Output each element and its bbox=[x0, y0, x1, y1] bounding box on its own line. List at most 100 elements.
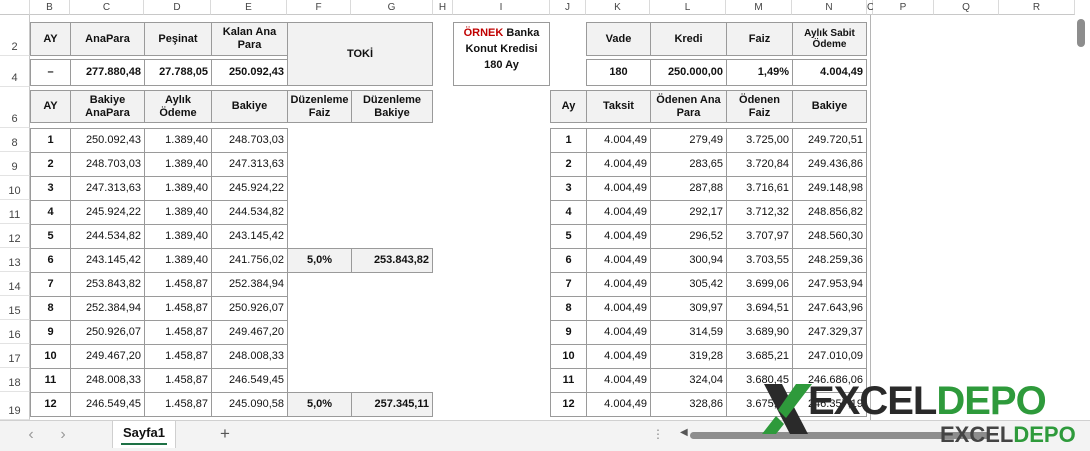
vertical-scrollbar[interactable] bbox=[1075, 15, 1088, 420]
right-row-ay-cell[interactable]: 9 bbox=[550, 320, 587, 345]
left-table-cell[interactable]: 247.313,63 bbox=[211, 152, 288, 177]
left-table-cell[interactable]: 1.389,40 bbox=[144, 248, 212, 273]
summary-value-pesinat[interactable]: 27.788,05 bbox=[144, 59, 212, 86]
left-table-cell[interactable]: 1.389,40 bbox=[144, 176, 212, 201]
row-header-6[interactable]: 6 bbox=[0, 87, 30, 128]
right-table-cell[interactable]: 4.004,49 bbox=[586, 392, 651, 417]
left-table-cell[interactable]: 1.389,40 bbox=[144, 224, 212, 249]
left-table-cell[interactable]: 245.090,58 bbox=[211, 392, 288, 417]
right-table-cell[interactable]: 247.010,09 bbox=[792, 344, 867, 369]
left-row-ay-cell[interactable]: 6 bbox=[30, 248, 71, 273]
right-table-cell[interactable]: 4.004,49 bbox=[586, 344, 651, 369]
toki-box[interactable]: TOKİ bbox=[287, 22, 433, 86]
rsummary-header-vade[interactable]: Vade bbox=[586, 22, 651, 56]
left-table-cell[interactable]: 249.467,20 bbox=[70, 344, 145, 369]
left-table-cell[interactable]: 253.843,82 bbox=[70, 272, 145, 297]
right-table-cell[interactable]: 247.329,37 bbox=[792, 320, 867, 345]
right-col-header-ay[interactable]: Ay bbox=[550, 90, 587, 123]
row-header-11[interactable]: 11 bbox=[0, 200, 30, 224]
left-table-cell[interactable]: 243.145,42 bbox=[211, 224, 288, 249]
left-row-ay-cell[interactable]: 7 bbox=[30, 272, 71, 297]
right-table-cell[interactable]: 3.720,84 bbox=[726, 152, 793, 177]
sheet-tab-sayfa1[interactable]: Sayfa1 bbox=[112, 421, 176, 448]
right-table-cell[interactable]: 4.004,49 bbox=[586, 368, 651, 393]
row-header-16[interactable]: 16 bbox=[0, 320, 30, 344]
row-header-17[interactable]: 17 bbox=[0, 344, 30, 368]
row-header-15[interactable]: 15 bbox=[0, 296, 30, 320]
left-row-ay-cell[interactable]: 1 bbox=[30, 128, 71, 153]
summary-header-ay[interactable]: AY bbox=[30, 22, 71, 56]
left-table-cell[interactable]: 252.384,94 bbox=[70, 296, 145, 321]
tab-splitter-handle-icon[interactable]: ⋮ bbox=[652, 427, 664, 441]
row-header-4[interactable]: 4 bbox=[0, 56, 30, 87]
rsummary-value-kredi[interactable]: 250.000,00 bbox=[650, 59, 727, 86]
row-header-10[interactable]: 10 bbox=[0, 176, 30, 200]
right-table-cell[interactable]: 3.675,63 bbox=[726, 392, 793, 417]
right-table-cell[interactable]: 246.686,06 bbox=[792, 368, 867, 393]
left-table-cell[interactable]: 1.458,87 bbox=[144, 320, 212, 345]
left-table-cell[interactable]: 244.534,82 bbox=[211, 200, 288, 225]
right-row-ay-cell[interactable]: 7 bbox=[550, 272, 587, 297]
right-table-cell[interactable]: 4.004,49 bbox=[586, 320, 651, 345]
left-table-cell[interactable]: 1.389,40 bbox=[144, 128, 212, 153]
right-table-cell[interactable]: 305,42 bbox=[650, 272, 727, 297]
summary-header-kalan[interactable]: Kalan Ana Para bbox=[211, 22, 288, 56]
right-row-ay-cell[interactable]: 5 bbox=[550, 224, 587, 249]
select-all-corner[interactable] bbox=[0, 0, 30, 15]
left-table-cell[interactable]: 241.756,02 bbox=[211, 248, 288, 273]
left-table-cell[interactable]: 1.458,87 bbox=[144, 392, 212, 417]
left-col-header-bakiye[interactable]: Bakiye bbox=[211, 90, 288, 123]
rsummary-value-sabit[interactable]: 4.004,49 bbox=[792, 59, 867, 86]
right-table-cell[interactable]: 249.436,86 bbox=[792, 152, 867, 177]
right-row-ay-cell[interactable]: 8 bbox=[550, 296, 587, 321]
right-table-cell[interactable]: 4.004,49 bbox=[586, 176, 651, 201]
right-row-ay-cell[interactable]: 2 bbox=[550, 152, 587, 177]
row-header-13[interactable]: 13 bbox=[0, 248, 30, 272]
right-table-cell[interactable]: 3.703,55 bbox=[726, 248, 793, 273]
right-table-cell[interactable]: 4.004,49 bbox=[586, 272, 651, 297]
right-table-cell[interactable]: 3.685,21 bbox=[726, 344, 793, 369]
right-table-cell[interactable]: 292,17 bbox=[650, 200, 727, 225]
right-table-cell[interactable]: 3.712,32 bbox=[726, 200, 793, 225]
left-table-cell[interactable]: 248.008,33 bbox=[211, 344, 288, 369]
left-table-cell[interactable]: 244.534,82 bbox=[70, 224, 145, 249]
scroll-left-arrow-icon[interactable]: ◀ bbox=[680, 427, 688, 438]
col-header-l[interactable]: L bbox=[650, 0, 726, 15]
right-col-header-odenen-anapara[interactable]: Ödenen Ana Para bbox=[650, 90, 727, 123]
left-table-cell[interactable]: 243.145,42 bbox=[70, 248, 145, 273]
right-table-cell[interactable]: 249.148,98 bbox=[792, 176, 867, 201]
left-row-ay-cell[interactable]: 5 bbox=[30, 224, 71, 249]
row-header-2[interactable]: 2 bbox=[0, 15, 30, 56]
right-table-cell[interactable]: 4.004,49 bbox=[586, 152, 651, 177]
summary-value-kalan[interactable]: 250.092,43 bbox=[211, 59, 288, 86]
left-table-cell[interactable]: 245.924,22 bbox=[211, 176, 288, 201]
left-table-cell[interactable]: 248.703,03 bbox=[70, 152, 145, 177]
col-header-n[interactable]: N bbox=[792, 0, 867, 15]
col-header-k[interactable]: K bbox=[586, 0, 650, 15]
right-table-cell[interactable]: 248.856,82 bbox=[792, 200, 867, 225]
left-row-ay-cell[interactable]: 10 bbox=[30, 344, 71, 369]
col-header-r[interactable]: R bbox=[999, 0, 1075, 15]
right-row-ay-cell[interactable]: 1 bbox=[550, 128, 587, 153]
right-table-cell[interactable]: 3.689,90 bbox=[726, 320, 793, 345]
right-table-cell[interactable]: 3.725,00 bbox=[726, 128, 793, 153]
prev-sheet-arrow-icon[interactable]: ‹ bbox=[22, 426, 40, 444]
left-row-ay-cell[interactable]: 2 bbox=[30, 152, 71, 177]
col-header-q[interactable]: Q bbox=[934, 0, 999, 15]
col-header-g[interactable]: G bbox=[351, 0, 433, 15]
left-table-cell[interactable]: 247.313,63 bbox=[70, 176, 145, 201]
right-table-cell[interactable]: 328,86 bbox=[650, 392, 727, 417]
left-row-ay-cell[interactable]: 4 bbox=[30, 200, 71, 225]
right-row-ay-cell[interactable]: 6 bbox=[550, 248, 587, 273]
col-header-e[interactable]: E bbox=[211, 0, 287, 15]
left-table-cell[interactable]: 248.008,33 bbox=[70, 368, 145, 393]
right-table-cell[interactable]: 300,94 bbox=[650, 248, 727, 273]
col-header-j[interactable]: J bbox=[550, 0, 586, 15]
left-table-cell[interactable]: 246.549,45 bbox=[211, 368, 288, 393]
summary-header-pesinat[interactable]: Peşinat bbox=[144, 22, 212, 56]
row-header-18[interactable]: 18 bbox=[0, 368, 30, 392]
left-row-ay-cell[interactable]: 9 bbox=[30, 320, 71, 345]
left-table-cell[interactable]: 248.703,03 bbox=[211, 128, 288, 153]
left-table-cell[interactable]: 250.092,43 bbox=[70, 128, 145, 153]
row-header-12[interactable]: 12 bbox=[0, 224, 30, 248]
